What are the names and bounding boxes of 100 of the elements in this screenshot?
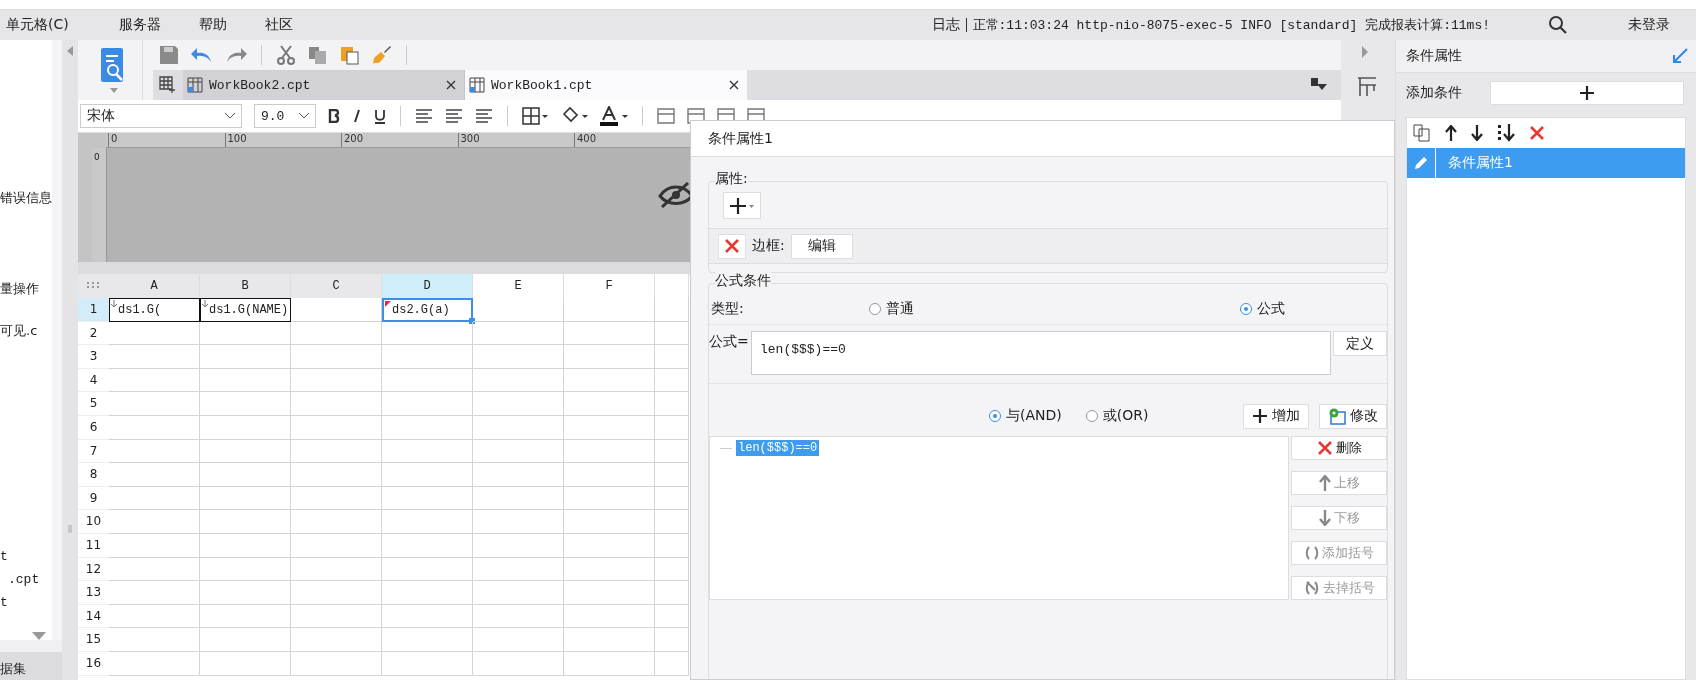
italic-icon[interactable]	[352, 109, 362, 123]
table-cell[interactable]	[200, 321, 291, 346]
table-cell[interactable]	[200, 345, 291, 369]
table-cell[interactable]	[200, 368, 291, 393]
table-cell[interactable]	[655, 533, 689, 558]
table-cell[interactable]	[564, 533, 655, 558]
table-cell[interactable]	[382, 439, 473, 464]
tab-menu-icon[interactable]	[1311, 78, 1327, 92]
log-label[interactable]: 日志	[931, 16, 960, 34]
tree-item[interactable]: t	[0, 595, 52, 611]
file-tab[interactable]: WorkBook2.cpt	[183, 70, 465, 100]
table-cell[interactable]: ds1.G(	[109, 298, 200, 322]
move-up-icon[interactable]	[1445, 125, 1457, 141]
column-header[interactable]: D	[382, 274, 473, 298]
table-cell[interactable]	[109, 581, 200, 605]
table-cell[interactable]	[291, 345, 382, 369]
menu-item[interactable]: 服务器	[118, 16, 161, 34]
table-cell[interactable]	[473, 581, 564, 605]
collapse-icon[interactable]	[67, 46, 73, 56]
table-cell[interactable]	[109, 368, 200, 393]
table-cell[interactable]	[655, 510, 689, 534]
table-cell[interactable]	[382, 651, 473, 676]
table-cell[interactable]	[473, 463, 564, 487]
table-cell[interactable]	[200, 463, 291, 487]
close-icon[interactable]	[446, 80, 456, 90]
copy-icon[interactable]	[308, 45, 328, 65]
table-cell[interactable]: ds2.G(a)	[382, 298, 473, 322]
table-cell[interactable]	[564, 392, 655, 416]
select-all-icon[interactable]	[78, 274, 109, 298]
table-cell[interactable]	[473, 651, 564, 676]
define-button[interactable]: 定义	[1333, 331, 1387, 356]
font-size-select[interactable]: 9.0	[254, 104, 316, 128]
table-cell[interactable]	[291, 439, 382, 464]
table-cell[interactable]	[655, 439, 689, 464]
table-cell[interactable]: ds1.G(NAME)	[200, 298, 291, 322]
bold-icon[interactable]	[328, 109, 340, 123]
table-cell[interactable]	[564, 628, 655, 652]
table-cell[interactable]	[564, 298, 655, 322]
table-cell[interactable]	[382, 486, 473, 511]
table-cell[interactable]	[109, 486, 200, 511]
table-cell[interactable]	[382, 368, 473, 393]
table-cell[interactable]	[473, 345, 564, 369]
menu-item[interactable]: 单元格(C)	[6, 16, 69, 34]
scroll-down-icon[interactable]	[32, 632, 46, 640]
table-cell[interactable]	[655, 604, 689, 629]
table-cell[interactable]	[200, 415, 291, 440]
table-cell[interactable]	[109, 628, 200, 652]
brush-icon[interactable]	[372, 45, 392, 65]
table-cell[interactable]	[109, 463, 200, 487]
table-cell[interactable]	[200, 628, 291, 652]
table-cell[interactable]	[200, 533, 291, 558]
table-cell[interactable]	[109, 510, 200, 534]
move-bottom-icon[interactable]	[1497, 124, 1515, 142]
table-cell[interactable]	[200, 581, 291, 605]
login-link[interactable]: 未登录	[1628, 16, 1670, 34]
table-cell[interactable]	[655, 298, 689, 322]
move-down-icon[interactable]	[1471, 125, 1483, 141]
table-cell[interactable]	[109, 321, 200, 346]
cut-icon[interactable]	[276, 45, 296, 65]
table-cell[interactable]	[473, 486, 564, 511]
align-icon[interactable]	[445, 109, 463, 123]
table-cell[interactable]	[655, 345, 689, 369]
modify-button[interactable]: 修改	[1319, 403, 1387, 429]
delete-icon[interactable]	[1529, 125, 1545, 141]
table-cell[interactable]	[291, 581, 382, 605]
table-cell[interactable]	[382, 557, 473, 582]
table-cell[interactable]	[382, 392, 473, 416]
table-cell[interactable]	[473, 533, 564, 558]
table-cell[interactable]	[564, 581, 655, 605]
table-cell[interactable]	[564, 321, 655, 346]
panel-tab[interactable]: 据集	[0, 652, 62, 680]
underline-icon[interactable]	[374, 108, 386, 124]
table-cell[interactable]	[564, 368, 655, 393]
table-cell[interactable]	[655, 581, 689, 605]
logic-radio[interactable]: 或(OR)	[1085, 407, 1149, 425]
add-condition-button[interactable]	[1490, 81, 1684, 105]
table-cell[interactable]	[382, 581, 473, 605]
table-cell[interactable]	[291, 298, 382, 322]
table-cell[interactable]	[382, 345, 473, 369]
dropdown-icon[interactable]	[110, 87, 118, 93]
table-cell[interactable]	[109, 392, 200, 416]
tree-item[interactable]: t	[0, 549, 52, 565]
add-attribute-button[interactable]	[723, 192, 761, 219]
table-cell[interactable]	[473, 415, 564, 440]
table-cell[interactable]	[655, 557, 689, 582]
formula-field[interactable]: len($$$)==0	[751, 331, 1331, 375]
logic-radio[interactable]: 与(AND)	[989, 407, 1062, 425]
table-cell[interactable]	[291, 415, 382, 440]
table-cell[interactable]	[291, 510, 382, 534]
table-cell[interactable]	[655, 415, 689, 440]
column-header[interactable]: B	[200, 274, 291, 298]
search-icon[interactable]	[1548, 15, 1568, 35]
menu-item[interactable]: 帮助	[198, 16, 227, 34]
table-cell[interactable]	[564, 510, 655, 534]
font-select[interactable]: 宋体	[80, 104, 242, 128]
table-cell[interactable]	[291, 628, 382, 652]
row-header[interactable]: 1	[78, 298, 109, 322]
table-cell[interactable]	[564, 415, 655, 440]
add-button[interactable]: 增加	[1243, 403, 1309, 429]
table-cell[interactable]	[382, 321, 473, 346]
